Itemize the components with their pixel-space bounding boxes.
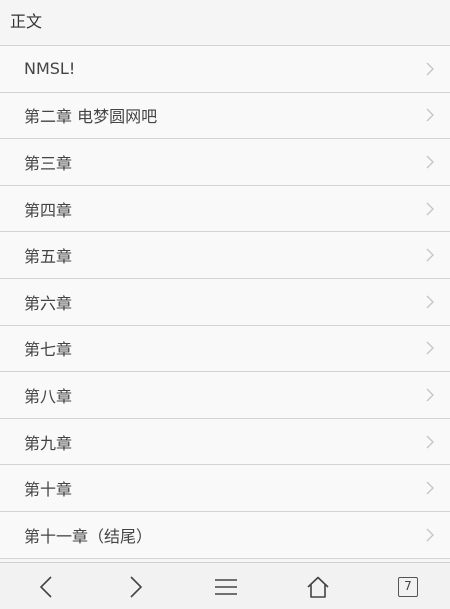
chapter-item[interactable]: 第三章	[0, 139, 450, 186]
chapter-item[interactable]: 第十章	[0, 465, 450, 512]
chevron-right-icon	[426, 295, 434, 309]
chapter-item[interactable]: 第十一章（结尾）	[0, 511, 450, 559]
chevron-right-icon	[426, 528, 434, 542]
tabs-button[interactable]: 7	[378, 563, 438, 609]
chevron-right-icon	[426, 108, 434, 122]
chapter-label: 第三章	[24, 153, 73, 173]
chevron-right-icon	[426, 341, 434, 355]
menu-icon	[215, 578, 237, 596]
chapter-label: 第九章	[24, 433, 73, 453]
chapter-item[interactable]: 第九章	[0, 418, 450, 466]
chevron-right-icon	[426, 62, 434, 76]
chapter-item[interactable]: 第七章	[0, 325, 450, 373]
chapter-item[interactable]: 第四章	[0, 185, 450, 233]
tabs-count-badge: 7	[398, 576, 418, 597]
chevron-right-icon	[426, 388, 434, 402]
chapter-item[interactable]: 第五章	[0, 232, 450, 279]
chapter-label: 第八章	[24, 386, 73, 406]
chevron-right-icon	[426, 248, 434, 262]
back-button[interactable]	[16, 563, 76, 609]
chapter-label: 第十章	[24, 480, 73, 500]
forward-button[interactable]	[106, 563, 166, 609]
chapter-item[interactable]: 第二章 电梦圆网吧	[0, 92, 450, 140]
chapter-list: NMSL! 第二章 电梦圆网吧 第三章 第四章 第五章 第六章 第七章 第八章 …	[0, 46, 450, 559]
chevron-right-icon	[426, 155, 434, 169]
chevron-right-icon	[130, 575, 142, 598]
section-title: 正文	[10, 12, 43, 31]
bottom-toolbar: 7	[0, 562, 450, 609]
chapter-label: 第七章	[24, 340, 73, 360]
chapter-label: 第四章	[24, 200, 73, 220]
chevron-right-icon	[426, 435, 434, 449]
chapter-item[interactable]: 第八章	[0, 372, 450, 419]
chapter-label: 第六章	[24, 293, 73, 313]
menu-button[interactable]	[196, 563, 256, 609]
chapter-label: 第十一章（结尾）	[24, 526, 153, 546]
chapter-label: NMSL!	[24, 59, 76, 79]
home-button[interactable]	[288, 563, 348, 609]
home-icon	[306, 576, 330, 598]
chapter-label: 第二章 电梦圆网吧	[24, 107, 158, 127]
chevron-right-icon	[426, 481, 434, 495]
chevron-right-icon	[426, 202, 434, 216]
chapter-item[interactable]: 第六章	[0, 278, 450, 326]
chapter-item[interactable]: NMSL!	[0, 46, 450, 93]
chevron-left-icon	[40, 575, 52, 598]
section-header: 正文	[0, 0, 450, 46]
chapter-label: 第五章	[24, 247, 73, 267]
